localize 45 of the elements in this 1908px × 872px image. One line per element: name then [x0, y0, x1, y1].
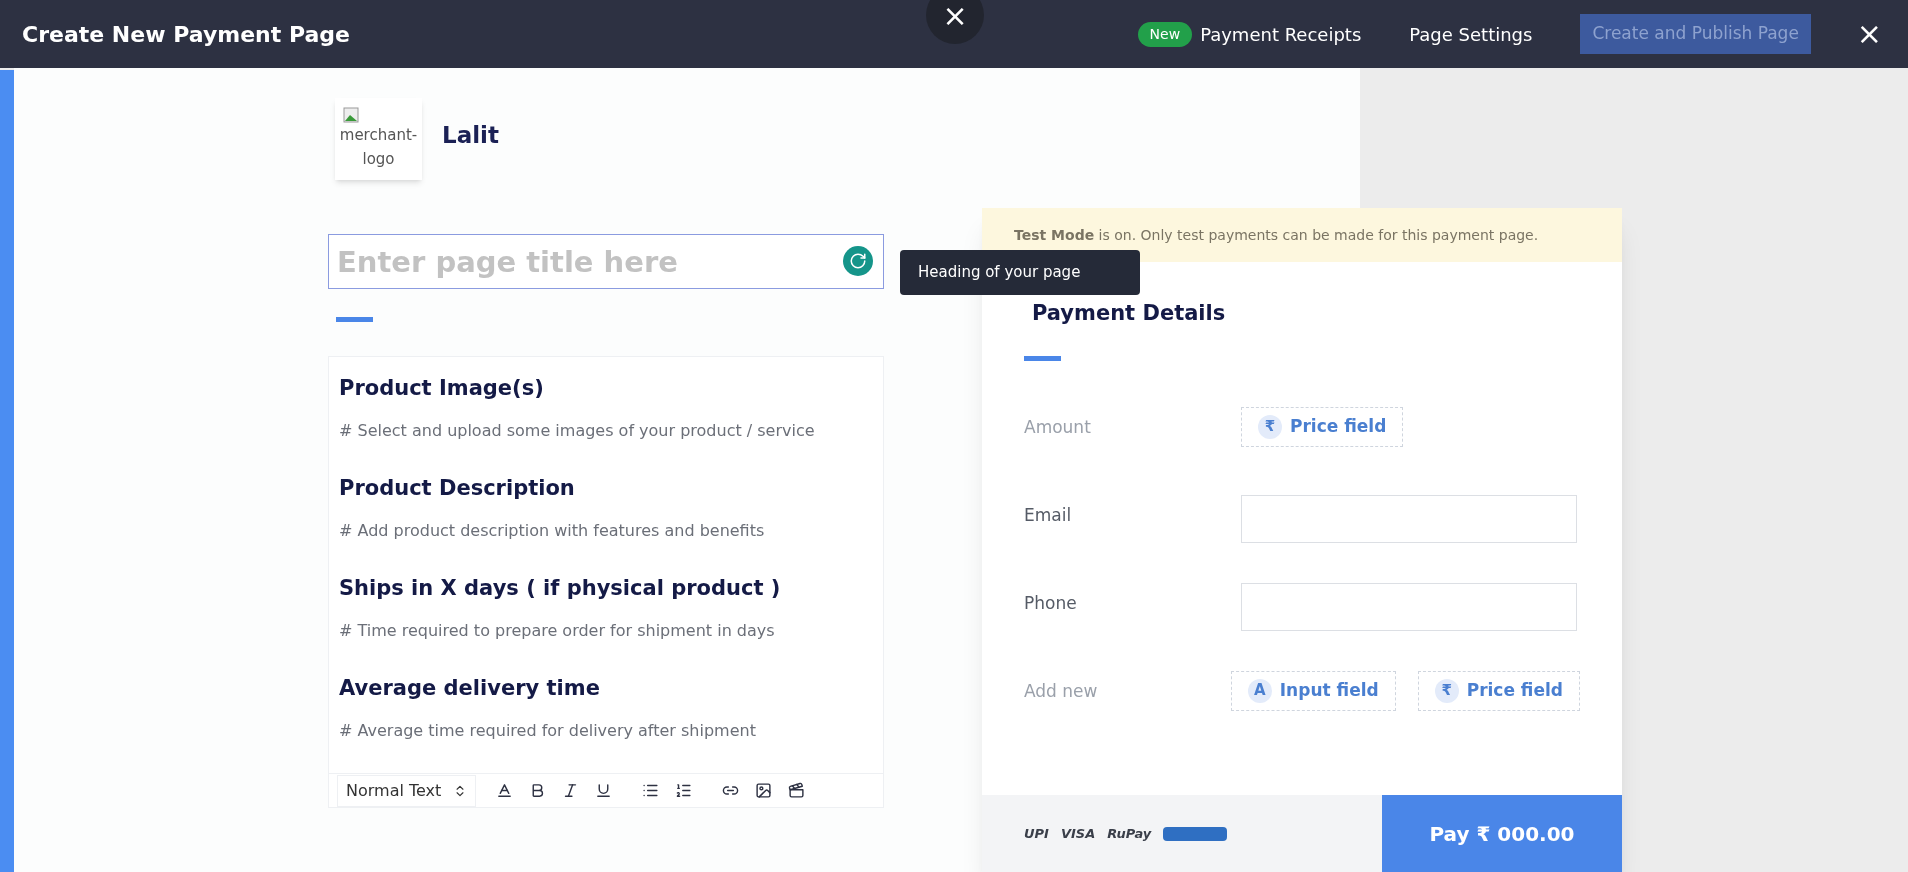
input-field[interactable]	[1241, 494, 1577, 543]
alt-text: merchant-logo	[339, 125, 418, 170]
add-field-button[interactable]: ₹ Price field	[1417, 670, 1580, 711]
header-link[interactable]: Payment Receipts	[1200, 20, 1362, 48]
broken-image-icon	[343, 107, 359, 123]
image-icon[interactable]	[755, 782, 773, 799]
section-hint: # Select and upload some images of your product / service	[339, 419, 816, 442]
title-field[interactable]: Enter page title here	[328, 234, 884, 289]
section-hint: # Average time required for delivery after shipment	[339, 719, 757, 742]
section-heading: Product Description	[339, 475, 576, 502]
section-heading: Product Image(s)	[339, 375, 545, 402]
payment-logo: VISA	[1060, 824, 1096, 843]
format-select[interactable]: Normal Text	[337, 774, 477, 807]
text-color-icon[interactable]	[496, 782, 514, 799]
field-label: Phone	[1024, 591, 1078, 615]
field-label: Add new	[1024, 679, 1099, 703]
tooltip-text: Heading of your page	[918, 262, 1081, 284]
section-hint: # Time required to prepare order for shipment in days	[339, 619, 776, 642]
test-mode-text: Test Mode is on. Only test payments can be made for this payment page.	[1014, 225, 1539, 245]
merchant-name: Lalit	[442, 120, 499, 150]
input-field[interactable]	[1241, 582, 1577, 631]
field-label: Amount	[1024, 415, 1092, 439]
field-type-icon: A	[1247, 678, 1272, 703]
close-button[interactable]: ×	[1856, 19, 1882, 49]
payment-logo: UPI	[1024, 824, 1049, 843]
bullet-list-icon[interactable]	[642, 782, 660, 799]
new-badge: New	[1137, 21, 1193, 47]
card-logo-icon	[1163, 826, 1228, 841]
add-field-button[interactable]: A Input field	[1230, 670, 1396, 711]
section-heading: Average delivery time	[339, 675, 601, 702]
clapperboard-icon[interactable]	[788, 782, 806, 799]
field-label: Email	[1024, 503, 1073, 527]
payment-logo: RuPay	[1107, 824, 1152, 843]
window-title: Create New Payment Page	[22, 20, 350, 49]
add-field-button[interactable]: ₹ Price field	[1241, 406, 1404, 447]
section-title: Payment Details	[1032, 300, 1227, 327]
underline-icon[interactable]	[595, 782, 613, 799]
close-button[interactable]: ×	[926, 0, 984, 44]
numbered-list-icon[interactable]	[675, 782, 693, 799]
section-heading: Ships in X days ( if physical product )	[339, 575, 782, 602]
section-hint: # Add product description with features and benefits	[339, 519, 766, 542]
pay-button[interactable]: Pay ₹ 000.00	[1382, 795, 1622, 872]
field-type-icon: ₹	[1258, 414, 1282, 439]
field-type-icon: ₹	[1434, 678, 1459, 703]
header-link[interactable]: Page Settings	[1409, 20, 1533, 48]
